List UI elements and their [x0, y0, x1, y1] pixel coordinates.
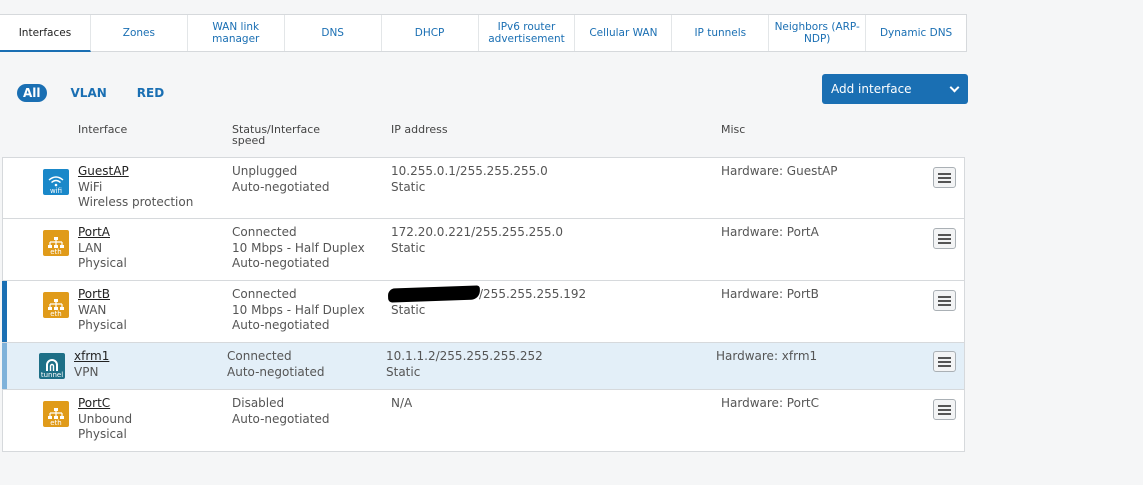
- speed-text: Auto-negotiated: [227, 364, 325, 379]
- interface-name-link[interactable]: xfrm1: [74, 349, 109, 365]
- icon-label: eth: [50, 419, 62, 427]
- hardware-text: Hardware: PortB: [721, 287, 819, 301]
- column-header-status: Status/Interface speed: [232, 123, 321, 147]
- tab-ipv6-router-advertisement[interactable]: IPv6 router advertisement: [479, 15, 576, 51]
- ip-address: 172.20.0.221/255.255.255.0: [391, 225, 563, 239]
- interface-subtype: Wireless protection: [78, 195, 194, 209]
- speed-text: Auto-negotiated: [232, 179, 330, 194]
- tab-ip-tunnels[interactable]: IP tunnels: [672, 15, 770, 51]
- row-menu-button[interactable]: [933, 351, 956, 372]
- tab-wan-link-manager[interactable]: WAN link manager: [188, 15, 285, 51]
- ip-address: /255.255.255.192: [479, 287, 587, 301]
- table-row[interactable]: eth PortA LAN Physical Connected 10 Mbps…: [3, 219, 964, 281]
- interface-name-link[interactable]: PortA: [78, 225, 127, 241]
- filter-vlan[interactable]: VLAN: [65, 84, 113, 102]
- ethernet-icon: eth: [43, 292, 69, 318]
- table-row[interactable]: wifi GuestAP WiFi Wireless protection Un…: [3, 158, 964, 219]
- interfaces-table: wifi GuestAP WiFi Wireless protection Un…: [2, 157, 965, 452]
- tab-bar: Interfaces Zones WAN link manager DNS DH…: [0, 14, 967, 52]
- table-row[interactable]: tunnel xfrm1 VPN Connected Auto-negotiat…: [2, 343, 964, 390]
- tab-neighbors[interactable]: Neighbors (ARP-NDP): [769, 15, 867, 51]
- add-interface-label: Add interface: [831, 82, 912, 96]
- hardware-text: Hardware: PortA: [721, 225, 819, 239]
- status-text: Disabled: [232, 396, 285, 410]
- tunnel-icon: tunnel: [39, 353, 65, 379]
- tab-interfaces[interactable]: Interfaces: [0, 15, 91, 52]
- row-accent-bar: [2, 343, 7, 389]
- row-accent-bar: [2, 281, 7, 342]
- filter-red[interactable]: RED: [131, 84, 170, 102]
- speed-text: Auto-negotiated: [232, 411, 330, 426]
- ethernet-icon: eth: [43, 230, 69, 256]
- ip-address: 10.255.0.1/255.255.255.0: [391, 164, 548, 178]
- row-menu-button[interactable]: [933, 290, 956, 311]
- ip-mode: Static: [386, 364, 421, 379]
- network-glyph: [48, 237, 64, 248]
- ethernet-icon: eth: [43, 401, 69, 427]
- negotiation-text: Auto-negotiated: [232, 256, 330, 270]
- icon-label: wifi: [49, 187, 63, 195]
- column-header-misc: Misc: [721, 123, 746, 136]
- status-text: Connected: [232, 287, 297, 301]
- hardware-text: Hardware: xfrm1: [716, 349, 818, 363]
- interface-type: Unbound: [78, 411, 133, 426]
- interface-subtype: Physical: [78, 318, 127, 332]
- add-interface-button[interactable]: Add interface: [822, 74, 968, 104]
- ip-mode: Static: [391, 302, 426, 317]
- icon-label: eth: [50, 248, 62, 256]
- status-text: Unplugged: [232, 164, 298, 178]
- interface-subtype: Physical: [78, 256, 127, 270]
- interface-name-link[interactable]: PortB: [78, 287, 127, 303]
- chevron-down-icon[interactable]: [949, 82, 960, 92]
- table-row[interactable]: eth PortB WAN Physical Connected 10 Mbps…: [2, 281, 964, 343]
- tunnel-glyph: [46, 359, 58, 371]
- redaction-mark: [387, 285, 481, 303]
- icon-label: tunnel: [40, 371, 64, 379]
- tab-cellular-wan[interactable]: Cellular WAN: [575, 15, 673, 51]
- interface-type: LAN: [78, 240, 103, 255]
- ip-mode: Static: [391, 179, 426, 194]
- tab-dynamic-dns[interactable]: Dynamic DNS: [866, 15, 966, 51]
- status-text: Connected: [227, 349, 292, 363]
- tab-dhcp[interactable]: DHCP: [382, 15, 479, 51]
- status-text: Connected: [232, 225, 297, 239]
- row-menu-button[interactable]: [933, 228, 956, 249]
- column-header-interface: Interface: [78, 123, 128, 136]
- filter-all[interactable]: All: [17, 84, 47, 102]
- row-menu-button[interactable]: [933, 167, 956, 188]
- interface-name-link[interactable]: GuestAP: [78, 164, 193, 180]
- network-glyph: [48, 299, 64, 310]
- interface-subtype: Physical: [78, 427, 127, 441]
- column-header-ip: IP address: [391, 123, 448, 136]
- hardware-text: Hardware: GuestAP: [721, 164, 838, 178]
- ip-mode: Static: [391, 240, 426, 255]
- speed-text: 10 Mbps - Half Duplex: [232, 302, 365, 317]
- hardware-text: Hardware: PortC: [721, 396, 819, 410]
- table-row[interactable]: eth PortC Unbound Physical Disabled Auto…: [3, 390, 964, 451]
- wifi-icon: wifi: [43, 169, 69, 195]
- tab-zones[interactable]: Zones: [91, 15, 188, 51]
- row-menu-button[interactable]: [933, 399, 956, 420]
- interface-type: VPN: [74, 364, 99, 379]
- wifi-glyph: [48, 176, 64, 187]
- interface-type: WAN: [78, 302, 107, 317]
- ip-address: N/A: [391, 396, 413, 410]
- filter-pills: All VLAN RED: [17, 84, 188, 102]
- tab-dns[interactable]: DNS: [285, 15, 382, 51]
- network-glyph: [48, 408, 64, 419]
- interface-type: WiFi: [78, 179, 103, 194]
- icon-label: eth: [50, 310, 62, 318]
- ip-address: 10.1.1.2/255.255.255.252: [386, 349, 543, 363]
- negotiation-text: Auto-negotiated: [232, 318, 330, 332]
- speed-text: 10 Mbps - Half Duplex: [232, 240, 365, 255]
- interface-name-link[interactable]: PortC: [78, 396, 132, 412]
